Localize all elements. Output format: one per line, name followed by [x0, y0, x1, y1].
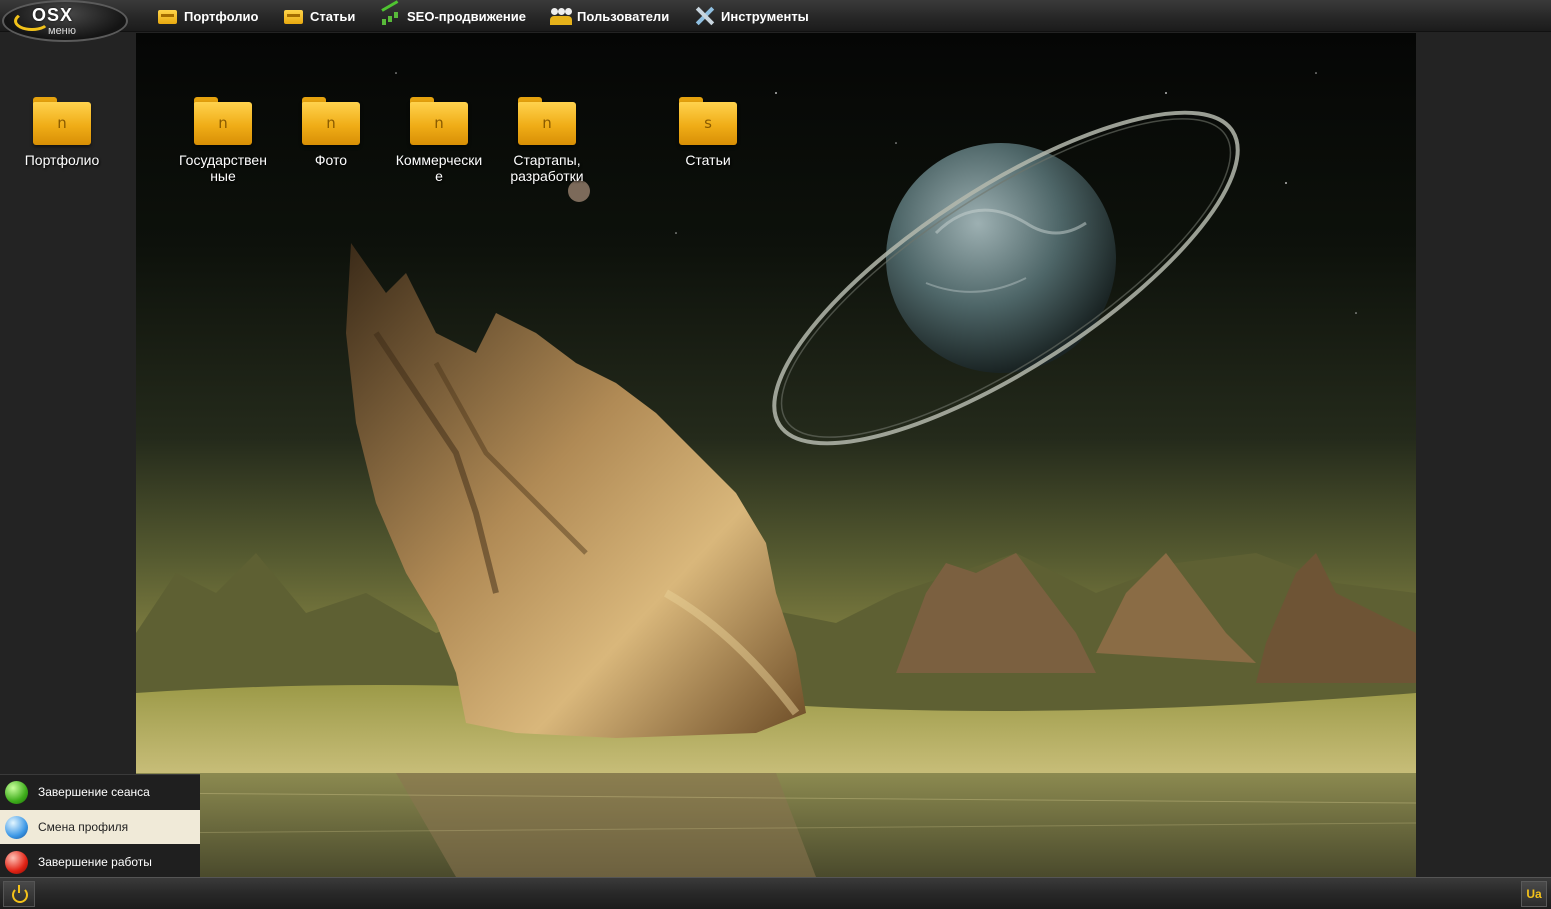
start-menu-item-label: Смена профиля: [38, 820, 129, 834]
menu-item-label: Пользователи: [577, 8, 670, 24]
power-icon: [12, 887, 28, 903]
desktop-folder-label: Статьи: [685, 152, 731, 168]
top-menu-bar: OSX меню Портфолио Статьи SEO-продвижени…: [0, 0, 1551, 42]
start-menu-shutdown[interactable]: Завершение работы: [0, 845, 200, 879]
start-button[interactable]: [3, 881, 35, 907]
osx-menu-logo-button[interactable]: OSX меню: [2, 0, 128, 42]
language-switch-button[interactable]: Ua: [1521, 881, 1547, 907]
start-menu-item-label: Завершение работы: [38, 855, 152, 869]
desktop-folder-articles[interactable]: s Статьи: [663, 97, 753, 168]
folder-icon: n: [410, 97, 468, 145]
desktop-folder-photo[interactable]: n Фото: [286, 97, 376, 168]
desktop-folder-commercial[interactable]: n Коммерческие: [394, 97, 484, 184]
logo-subtitle: меню: [48, 25, 77, 37]
folder-icon: [283, 5, 305, 27]
menu-item-label: Инструменты: [721, 8, 809, 24]
desktop-folder-label: Портфолио: [24, 152, 100, 168]
desktop-folder-government[interactable]: n Государственные: [178, 97, 268, 184]
taskbar: Ua: [0, 877, 1551, 909]
tools-icon: [694, 5, 716, 27]
shutdown-icon: [5, 851, 28, 874]
menu-item-users[interactable]: Пользователи: [550, 5, 669, 27]
desktop-folder-startups[interactable]: n Стартапы, разработки: [502, 97, 592, 184]
menu-item-tools[interactable]: Инструменты: [694, 5, 809, 27]
folder-icon: n: [33, 97, 91, 145]
menu-item-label: SEO-продвижение: [407, 8, 526, 24]
start-menu: Завершение сеанса Смена профиля Завершен…: [0, 774, 200, 879]
chart-icon: [380, 5, 402, 27]
users-icon: [550, 5, 572, 27]
desktop-folder-portfolio[interactable]: n Портфолио: [17, 97, 107, 168]
folder-icon: [157, 5, 179, 27]
folder-icon: n: [518, 97, 576, 145]
folder-icon: n: [302, 97, 360, 145]
desktop-folder-label: Государственные: [179, 152, 267, 184]
menu-item-portfolio[interactable]: Портфолио: [157, 5, 258, 27]
desktop-folder-label: Коммерческие: [395, 152, 483, 184]
menu-item-label: Портфолио: [184, 8, 259, 24]
desktop-screen: OSX меню Портфолио Статьи SEO-продвижени…: [0, 0, 1551, 909]
logo-mark: OSX: [32, 5, 74, 25]
start-menu-item-label: Завершение сеанса: [38, 785, 150, 799]
start-menu-switch-profile[interactable]: Смена профиля: [0, 810, 200, 844]
switch-profile-icon: [5, 816, 28, 839]
desktop-folder-label: Стартапы, разработки: [510, 152, 584, 184]
desktop-folder-label: Фото: [314, 152, 348, 168]
start-menu-logout[interactable]: Завершение сеанса: [0, 775, 200, 809]
folder-icon: s: [679, 97, 737, 145]
menu-item-seo[interactable]: SEO-продвижение: [380, 5, 526, 27]
menu-item-articles[interactable]: Статьи: [283, 5, 355, 27]
logout-icon: [5, 781, 28, 804]
menu-item-label: Статьи: [310, 8, 356, 24]
folder-icon: n: [194, 97, 252, 145]
